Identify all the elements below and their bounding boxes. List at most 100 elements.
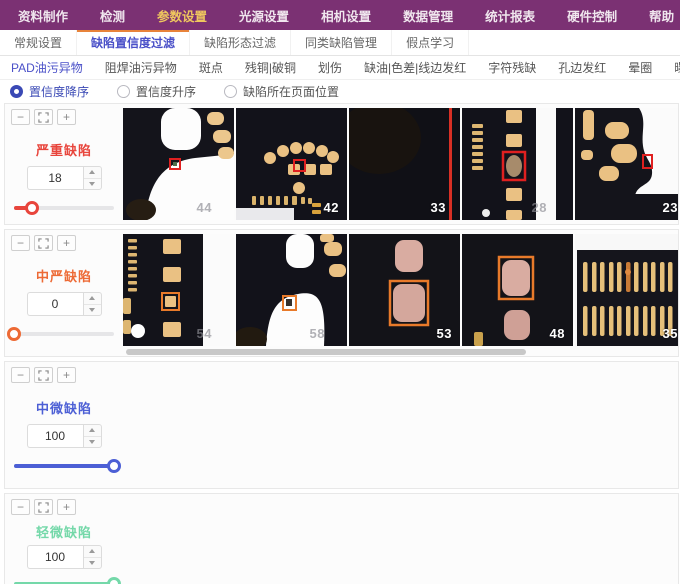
tab-shape-filter[interactable]: 缺陷形态过滤 <box>190 30 291 55</box>
slider-handle[interactable] <box>25 201 39 215</box>
zoom-out-button[interactable]: − <box>11 109 30 125</box>
menu-item-camera[interactable]: 相机设置 <box>305 6 387 25</box>
menu-item-light[interactable]: 光源设置 <box>223 6 305 25</box>
stepper-down-icon[interactable] <box>84 304 101 316</box>
category-copper[interactable]: 残铜|破铜 <box>234 59 307 76</box>
sort-option-label: 置信度升序 <box>136 83 196 100</box>
fullscreen-corners-icon <box>38 502 49 513</box>
stepper-down-icon[interactable] <box>84 178 101 190</box>
panel-toolbar: − + <box>11 109 123 125</box>
panel-toolbar: − + <box>11 499 123 515</box>
category-halo[interactable]: 晕圈 <box>617 59 663 76</box>
zoom-out-button[interactable]: − <box>11 499 30 515</box>
stepper-down-icon[interactable] <box>84 436 101 448</box>
defect-thumbnail[interactable]: 42 <box>236 108 347 220</box>
defect-thumbnail[interactable]: 23 <box>575 108 678 220</box>
threshold-slider-minor[interactable] <box>14 577 114 584</box>
menu-item-data[interactable]: 数据管理 <box>387 6 469 25</box>
tab-false-point-learning[interactable]: 假点学习 <box>392 30 469 55</box>
zoom-out-button[interactable]: − <box>11 235 30 251</box>
threshold-input-medium-minor[interactable] <box>27 424 83 448</box>
sort-page-position[interactable]: 缺陷所在页面位置 <box>224 83 339 100</box>
defect-thumbnail[interactable]: 35 <box>575 234 678 346</box>
scrollbar-thumb[interactable] <box>126 349 526 355</box>
menu-item-hardware[interactable]: 硬件控制 <box>551 6 633 25</box>
category-spot[interactable]: 斑点 <box>188 59 234 76</box>
thumbnail-score: 35 <box>663 326 678 341</box>
zoom-in-button[interactable]: + <box>57 109 76 125</box>
threshold-input-severe[interactable] <box>27 166 83 190</box>
expand-button[interactable] <box>34 235 53 251</box>
threshold-slider-medium-severe[interactable] <box>14 327 114 341</box>
defect-thumbnail[interactable]: 48 <box>462 234 573 346</box>
zoom-out-button[interactable]: − <box>11 367 30 383</box>
expand-button[interactable] <box>34 109 53 125</box>
pcb-image <box>123 108 234 220</box>
sort-confidence-asc[interactable]: 置信度升序 <box>117 83 196 100</box>
menu-item-material[interactable]: 资料制作 <box>2 6 84 25</box>
menu-item-help[interactable]: 帮助 <box>633 6 680 25</box>
stepper-up-icon[interactable] <box>84 293 101 304</box>
category-scratch[interactable]: 划伤 <box>307 59 353 76</box>
slider-handle[interactable] <box>7 327 21 341</box>
category-exposure[interactable]: 曝光不良 <box>663 59 680 76</box>
tab-general-settings[interactable]: 常规设置 <box>0 30 77 55</box>
zoom-in-button[interactable]: + <box>57 499 76 515</box>
expand-button[interactable] <box>34 499 53 515</box>
thumbnail-score: 48 <box>550 326 565 341</box>
defect-thumbnail[interactable]: 58 <box>236 234 347 346</box>
thumbnail-score: 28 <box>532 200 547 215</box>
stepper-up-icon[interactable] <box>84 546 101 557</box>
category-oil-color[interactable]: 缺油|色差|线边发红 <box>353 59 477 76</box>
category-hole-red[interactable]: 孔边发红 <box>547 59 617 76</box>
thumbnail-score: 23 <box>663 200 678 215</box>
tab-confidence-filter[interactable]: 缺陷置信度过滤 <box>77 30 190 55</box>
menu-item-inspect[interactable]: 检测 <box>84 6 141 25</box>
zoom-in-button[interactable]: + <box>57 235 76 251</box>
thumbnail-score: 54 <box>197 326 212 341</box>
category-mask-oil[interactable]: 阻焊油污异物 <box>94 59 188 76</box>
zoom-in-button[interactable]: + <box>57 367 76 383</box>
category-pad-oil[interactable]: PAD油污异物 <box>0 59 94 76</box>
tab-same-defect-manage[interactable]: 同类缺陷管理 <box>291 30 392 55</box>
thumbnail-strip-severe: 44 42 33 <box>123 108 678 220</box>
menu-item-report[interactable]: 统计报表 <box>469 6 551 25</box>
threshold-slider-severe[interactable] <box>14 201 114 215</box>
sort-confidence-desc[interactable]: 置信度降序 <box>10 83 89 100</box>
severity-section-severe: − + 严重缺陷 44 <box>4 103 679 225</box>
thumbnail-strip-medium-severe: 54 58 53 <box>123 234 678 346</box>
defect-thumbnail[interactable]: 53 <box>349 234 460 346</box>
sort-options-row: 置信度降序 置信度升序 缺陷所在页面位置 <box>0 80 680 102</box>
main-menubar: 资料制作 检测 参数设置 光源设置 相机设置 数据管理 统计报表 硬件控制 帮助 <box>0 0 680 30</box>
stepper-down-icon[interactable] <box>84 557 101 569</box>
defect-thumbnail[interactable]: 54 <box>123 234 234 346</box>
thumbnail-score: 42 <box>324 200 339 215</box>
severity-section-minor: − + 轻微缺陷 <box>4 493 679 584</box>
horizontal-scrollbar[interactable] <box>123 349 678 355</box>
menu-item-parameters[interactable]: 参数设置 <box>141 6 223 25</box>
threshold-input-minor[interactable] <box>27 545 83 569</box>
slider-track <box>14 464 114 468</box>
expand-button[interactable] <box>34 367 53 383</box>
threshold-stepper[interactable] <box>83 166 102 190</box>
pcb-image <box>462 108 573 220</box>
defect-thumbnail[interactable]: 33 <box>349 108 460 220</box>
pcb-image <box>236 234 347 346</box>
category-char-missing[interactable]: 字符残缺 <box>477 59 547 76</box>
severity-label-medium-severe: 中严缺陷 <box>5 266 123 285</box>
slider-handle[interactable] <box>107 577 121 584</box>
slider-handle[interactable] <box>107 459 121 473</box>
threshold-slider-medium-minor[interactable] <box>14 459 114 473</box>
severity-panel: − + 严重缺陷 <box>5 104 123 224</box>
threshold-stepper[interactable] <box>83 545 102 569</box>
threshold-stepper[interactable] <box>83 424 102 448</box>
severity-panel: − + 中严缺陷 <box>5 230 123 356</box>
stepper-up-icon[interactable] <box>84 425 101 436</box>
stepper-up-icon[interactable] <box>84 167 101 178</box>
threshold-input-medium-severe[interactable] <box>27 292 83 316</box>
defect-thumbnail[interactable]: 44 <box>123 108 234 220</box>
defect-thumbnail[interactable]: 28 <box>462 108 573 220</box>
severity-label-minor: 轻微缺陷 <box>5 522 123 541</box>
threshold-stepper[interactable] <box>83 292 102 316</box>
thumbnail-strip-medium-minor <box>123 366 678 478</box>
